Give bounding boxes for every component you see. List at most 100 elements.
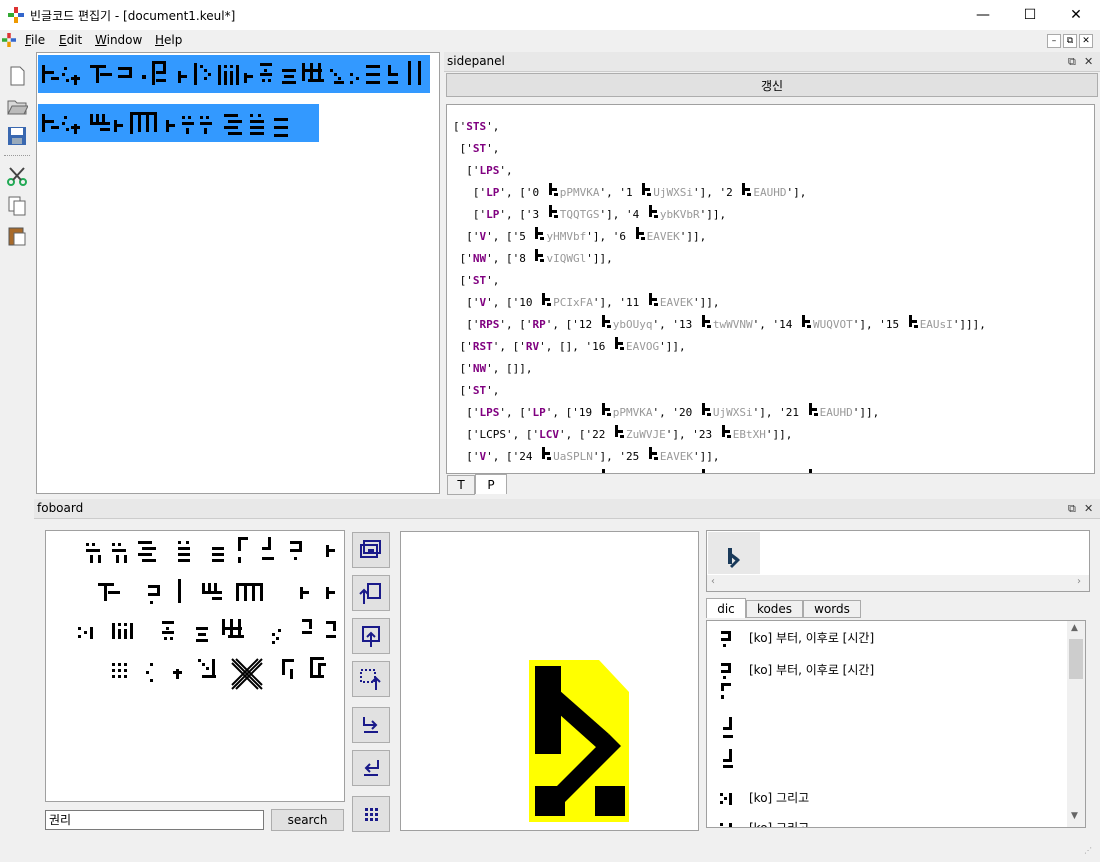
code-line: [' LPS ', [' LP ', ['19 pPMVKA ', '20 UjWXSi '… [453, 397, 1094, 419]
code-gray-token: vFUufi [820, 472, 860, 473]
code-text: ', [' [499, 318, 533, 331]
sidepanel-title: sidepanel [444, 52, 1100, 72]
float-foboard-icon[interactable]: ⧉ [1068, 502, 1076, 516]
tab-t[interactable]: T [447, 475, 475, 495]
inline-glyph-icon [699, 467, 713, 473]
paste-icon[interactable] [6, 225, 28, 247]
code-gray-token: EAVEK [646, 230, 680, 243]
close-foboard-icon[interactable]: ✕ [1084, 502, 1093, 515]
tab-p[interactable]: P [475, 474, 507, 494]
cut-scissors-icon[interactable] [6, 165, 28, 187]
mdi-close-button[interactable]: ✕ [1079, 34, 1093, 48]
menu-help[interactable]: Help [155, 33, 182, 47]
code-gray-token: ZuWVJE [625, 428, 666, 441]
scroll-left-icon[interactable]: ‹ [711, 576, 715, 587]
editor-glyph-row-2 [42, 112, 288, 137]
code-view[interactable]: [' STS ', [' ST ', [' LPS ', [' LP ', ['0 pPMVKA… [446, 104, 1095, 474]
search-input[interactable]: 권리 [45, 810, 264, 830]
vertical-scrollbar[interactable]: ▲ ▼ [1067, 621, 1085, 827]
code-keyword: RP [533, 472, 546, 473]
code-text: ', [' [492, 340, 526, 353]
inline-glyph-icon [806, 401, 820, 419]
mdi-minimize-button[interactable]: – [1047, 34, 1061, 48]
scrollbar-thumb[interactable] [1069, 639, 1083, 679]
maximize-button[interactable]: ☐ [1007, 0, 1053, 30]
dic-entry-3[interactable]: [ko] 그리고 [719, 789, 809, 807]
code-text: ', '20 [652, 406, 699, 419]
glyph-editor[interactable] [36, 52, 440, 494]
code-gray-token: UjWXSi [712, 406, 753, 419]
selected-glyph-cell[interactable] [708, 532, 760, 574]
code-text: ', [' [499, 406, 533, 419]
close-window-button[interactable]: ✕ [1053, 0, 1099, 30]
grid-button[interactable] [352, 796, 390, 832]
code-text: '], '23 [665, 428, 719, 441]
glyph-palette-symbols[interactable] [46, 531, 346, 803]
code-text: ']]], [952, 318, 986, 331]
move-up-left-button[interactable] [352, 575, 390, 611]
close-panel-icon[interactable]: ✕ [1084, 55, 1093, 68]
selected-glyph-strip[interactable]: ‹ › [706, 530, 1090, 592]
inline-glyph-icon [646, 203, 660, 221]
code-keyword: V [479, 296, 487, 309]
new-document-icon[interactable] [6, 65, 28, 87]
code-text: ', '13 [652, 318, 699, 331]
dic-entry-1[interactable]: [ko] 부터, 이후로 [시간] [719, 629, 874, 647]
large-glyph-icon [529, 660, 629, 822]
toolbar-separator [4, 155, 30, 156]
tab-words[interactable]: words [803, 600, 861, 618]
save-disk-icon[interactable] [6, 125, 28, 147]
mdi-restore-button[interactable]: ⧉ [1063, 34, 1077, 48]
tab-kodes[interactable]: kodes [746, 600, 803, 618]
refresh-button[interactable]: 갱신 [446, 73, 1098, 97]
code-text: ', [486, 274, 500, 287]
code-line: [' RST ', [' RV ', [], '16 EAVOG ']], [453, 331, 1094, 353]
dic-entry-4[interactable]: [ko] 그리고 [719, 819, 809, 827]
code-gray-token: EAUHD [819, 406, 853, 419]
scroll-right-icon[interactable]: › [1077, 576, 1081, 587]
window-title: 빈글코드 편집기 - [document1.keul*] [30, 9, 236, 23]
menu-window[interactable]: Window [95, 33, 142, 47]
scroll-up-icon[interactable]: ▲ [1071, 623, 1078, 633]
glyph-palette[interactable] [45, 530, 345, 802]
dic-entry-2[interactable]: [ko] 부터, 이후로 [시간] [719, 661, 874, 781]
code-keyword: RPS [479, 318, 500, 331]
search-button[interactable]: search [271, 809, 344, 831]
code-gray-token: EBtXH [732, 428, 766, 441]
float-panel-icon[interactable]: ⧉ [1068, 55, 1076, 69]
editor-line-1-selected[interactable] [38, 55, 430, 93]
dictionary-list[interactable]: [ko] 부터, 이후로 [시간] [ko] 부터, 이후로 [시간] [ko]… [706, 620, 1086, 828]
undo-button[interactable] [352, 750, 390, 786]
tab-dic[interactable]: dic [706, 598, 746, 618]
minimize-button[interactable]: — [960, 0, 1006, 30]
menu-edit[interactable]: Edit [59, 33, 82, 47]
editor-line-2-selected[interactable] [38, 104, 319, 142]
horizontal-scrollbar[interactable]: ‹ › [707, 575, 1089, 591]
code-line: [' V ', ['5 yHMVbf '], '6 EAVEK ']], [453, 221, 1094, 243]
select-up-button[interactable] [352, 661, 390, 697]
foboard-title: foboard [34, 499, 1100, 519]
open-folder-icon[interactable] [6, 95, 28, 117]
inline-glyph-icon [739, 181, 753, 199]
insert-block-button[interactable] [352, 532, 390, 568]
scroll-down-icon[interactable]: ▼ [1071, 811, 1078, 821]
resize-grip-icon[interactable]: ⋰ [1084, 846, 1098, 860]
code-keyword: STS [466, 120, 487, 133]
code-line: [' V ', ['10 PCIxFA '], '11 EAVEK ']], [453, 287, 1094, 309]
code-text: ', '1 [599, 186, 640, 199]
move-up-button[interactable] [352, 618, 390, 654]
code-keyword: NW [472, 252, 487, 265]
copy-icon[interactable] [6, 195, 28, 217]
redo-button[interactable] [352, 707, 390, 743]
menu-file[interactable]: File [25, 33, 45, 47]
code-keyword: RP [532, 318, 546, 331]
code-keyword: V [479, 450, 487, 463]
code-line: [' RPS ', [' RP ', ['12 ybOUyq ', '13 twWVNW '… [453, 309, 1094, 331]
code-gray-token: yHMVbf [546, 230, 587, 243]
